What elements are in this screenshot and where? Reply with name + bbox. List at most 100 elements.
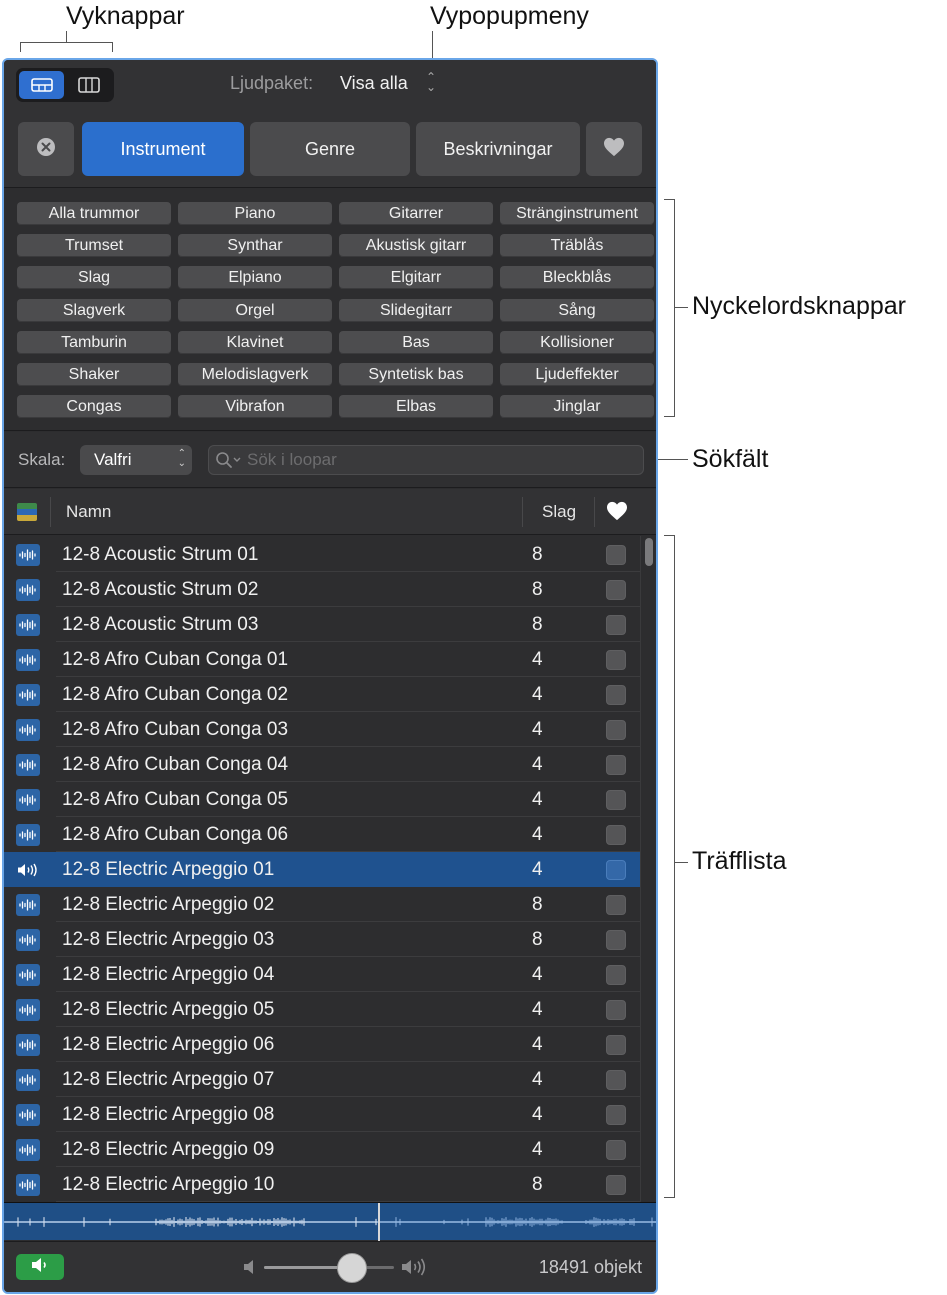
list-row[interactable]: 12-8 Electric Arpeggio 05 4 bbox=[4, 992, 640, 1027]
list-row[interactable]: 12-8 Electric Arpeggio 02 8 bbox=[4, 887, 640, 922]
favorite-checkbox[interactable] bbox=[606, 930, 626, 950]
list-row[interactable]: 12-8 Electric Arpeggio 01 4 bbox=[4, 852, 640, 887]
row-name: 12-8 Afro Cuban Conga 03 bbox=[62, 719, 289, 740]
list-row[interactable]: 12-8 Acoustic Strum 02 8 bbox=[4, 572, 640, 607]
row-beats: 8 bbox=[532, 1174, 543, 1195]
list-row[interactable]: 12-8 Electric Arpeggio 06 4 bbox=[4, 1027, 640, 1062]
sound-pack-popup[interactable]: Visa alla bbox=[340, 73, 408, 94]
favorite-checkbox[interactable] bbox=[606, 860, 626, 880]
column-header-name[interactable]: Namn bbox=[66, 502, 111, 522]
favorite-checkbox[interactable] bbox=[606, 545, 626, 565]
row-name: 12-8 Afro Cuban Conga 06 bbox=[62, 824, 289, 845]
list-row[interactable]: 12-8 Afro Cuban Conga 02 4 bbox=[4, 677, 640, 712]
volume-slider-knob[interactable] bbox=[337, 1253, 368, 1283]
browser-view-button[interactable] bbox=[66, 71, 111, 99]
list-row[interactable]: 12-8 Afro Cuban Conga 04 4 bbox=[4, 747, 640, 782]
list-row[interactable]: 12-8 Electric Arpeggio 08 4 bbox=[4, 1097, 640, 1132]
list-row[interactable]: 12-8 Electric Arpeggio 04 4 bbox=[4, 957, 640, 992]
tab-descriptors[interactable]: Beskrivningar bbox=[416, 122, 580, 176]
keyword-button[interactable]: Shaker bbox=[17, 363, 171, 386]
keyword-button[interactable]: Tamburin bbox=[17, 330, 171, 354]
keyword-button[interactable]: Gitarrer bbox=[339, 202, 493, 225]
column-view-button[interactable] bbox=[19, 71, 64, 99]
list-row[interactable]: 12-8 Afro Cuban Conga 06 4 bbox=[4, 817, 640, 852]
chevron-updown-icon[interactable]: ⌃ ⌄ bbox=[426, 71, 436, 93]
list-row[interactable]: 12-8 Electric Arpeggio 09 4 bbox=[4, 1132, 640, 1167]
list-row[interactable]: 12-8 Afro Cuban Conga 01 4 bbox=[4, 642, 640, 677]
keyword-button[interactable]: Klavinet bbox=[178, 330, 332, 354]
list-row[interactable]: 12-8 Afro Cuban Conga 05 4 bbox=[4, 782, 640, 817]
favorite-checkbox[interactable] bbox=[606, 1070, 626, 1090]
keyword-button[interactable]: Slagverk bbox=[17, 298, 171, 322]
favorite-checkbox[interactable] bbox=[606, 650, 626, 670]
list-row[interactable]: 12-8 Electric Arpeggio 10 8 bbox=[4, 1167, 640, 1202]
column-header-beats[interactable]: Slag bbox=[542, 502, 576, 522]
scrollbar[interactable] bbox=[640, 536, 656, 1202]
favorite-checkbox[interactable] bbox=[606, 755, 626, 775]
keyword-button[interactable]: Ljudeffekter bbox=[500, 363, 654, 386]
list-row[interactable]: 12-8 Acoustic Strum 01 8 bbox=[4, 537, 640, 572]
preview-speaker-button[interactable] bbox=[16, 1254, 64, 1280]
keyword-button[interactable]: Slag bbox=[17, 266, 171, 290]
keyword-button[interactable]: Piano bbox=[178, 202, 332, 225]
favorite-checkbox[interactable] bbox=[606, 1175, 626, 1195]
keyword-button[interactable]: Träblås bbox=[500, 234, 654, 258]
row-name: 12-8 Electric Arpeggio 01 bbox=[62, 859, 275, 880]
color-column-icon[interactable] bbox=[17, 503, 37, 521]
keyword-button[interactable]: Slidegitarr bbox=[339, 298, 493, 322]
scale-popup[interactable]: Valfri ⌃ ⌄ bbox=[80, 445, 192, 475]
favorite-checkbox[interactable] bbox=[606, 1000, 626, 1020]
keyword-button[interactable]: Akustisk gitarr bbox=[339, 234, 493, 258]
tab-genre[interactable]: Genre bbox=[250, 122, 410, 176]
row-name: 12-8 Electric Arpeggio 09 bbox=[62, 1139, 275, 1160]
keyword-button[interactable]: Orgel bbox=[178, 298, 332, 322]
audio-loop-icon bbox=[16, 929, 40, 951]
callout-view-buttons-bracket bbox=[20, 42, 113, 43]
waveform-overview[interactable] bbox=[4, 1202, 656, 1241]
keyword-button[interactable]: Jinglar bbox=[500, 395, 654, 419]
favorite-checkbox[interactable] bbox=[606, 1035, 626, 1055]
keyword-button[interactable]: Bas bbox=[339, 330, 493, 354]
keyword-button[interactable]: Kollisioner bbox=[500, 330, 654, 354]
keyword-button[interactable]: Syntetisk bas bbox=[339, 363, 493, 386]
favorite-checkbox[interactable] bbox=[606, 895, 626, 915]
favorite-checkbox[interactable] bbox=[606, 965, 626, 985]
keyword-button[interactable]: Elpiano bbox=[178, 266, 332, 290]
keyword-button[interactable]: Vibrafon bbox=[178, 395, 332, 419]
list-row[interactable]: 12-8 Electric Arpeggio 07 4 bbox=[4, 1062, 640, 1097]
favorite-checkbox[interactable] bbox=[606, 720, 626, 740]
list-row[interactable]: 12-8 Acoustic Strum 03 8 bbox=[4, 607, 640, 642]
favorites-button[interactable] bbox=[586, 122, 642, 176]
keyword-button[interactable]: Elbas bbox=[339, 395, 493, 419]
keyword-button[interactable]: Stränginstrument bbox=[500, 202, 654, 225]
playhead[interactable] bbox=[378, 1203, 380, 1241]
row-name: 12-8 Afro Cuban Conga 04 bbox=[62, 754, 289, 775]
favorite-checkbox[interactable] bbox=[606, 685, 626, 705]
favorite-checkbox[interactable] bbox=[606, 615, 626, 635]
list-row[interactable]: 12-8 Afro Cuban Conga 03 4 bbox=[4, 712, 640, 747]
keyword-button[interactable]: Elgitarr bbox=[339, 266, 493, 290]
audio-loop-icon bbox=[16, 1034, 40, 1056]
tab-instrument[interactable]: Instrument bbox=[82, 122, 244, 176]
search-field[interactable] bbox=[208, 445, 644, 475]
favorite-checkbox[interactable] bbox=[606, 1140, 626, 1160]
keyword-button[interactable]: Bleckblås bbox=[500, 266, 654, 290]
keyword-button[interactable]: Synthar bbox=[178, 234, 332, 258]
keyword-button[interactable]: Sång bbox=[500, 298, 654, 322]
keyword-button[interactable]: Alla trummor bbox=[17, 202, 171, 225]
favorite-checkbox[interactable] bbox=[606, 825, 626, 845]
keyword-button[interactable]: Congas bbox=[17, 395, 171, 419]
volume-slider[interactable] bbox=[264, 1266, 394, 1269]
favorite-checkbox[interactable] bbox=[606, 580, 626, 600]
favorite-checkbox[interactable] bbox=[606, 1105, 626, 1125]
keyword-button[interactable]: Trumset bbox=[17, 234, 171, 258]
row-name: 12-8 Electric Arpeggio 02 bbox=[62, 894, 275, 915]
scrollbar-thumb[interactable] bbox=[645, 538, 653, 566]
search-input[interactable] bbox=[247, 448, 627, 472]
reset-button[interactable] bbox=[18, 122, 74, 176]
keyword-button[interactable]: Melodislagverk bbox=[178, 363, 332, 386]
list-row[interactable]: 12-8 Electric Arpeggio 03 8 bbox=[4, 922, 640, 957]
heart-icon[interactable] bbox=[606, 501, 628, 526]
callout-results-bracket-bottom bbox=[664, 1197, 675, 1198]
favorite-checkbox[interactable] bbox=[606, 790, 626, 810]
